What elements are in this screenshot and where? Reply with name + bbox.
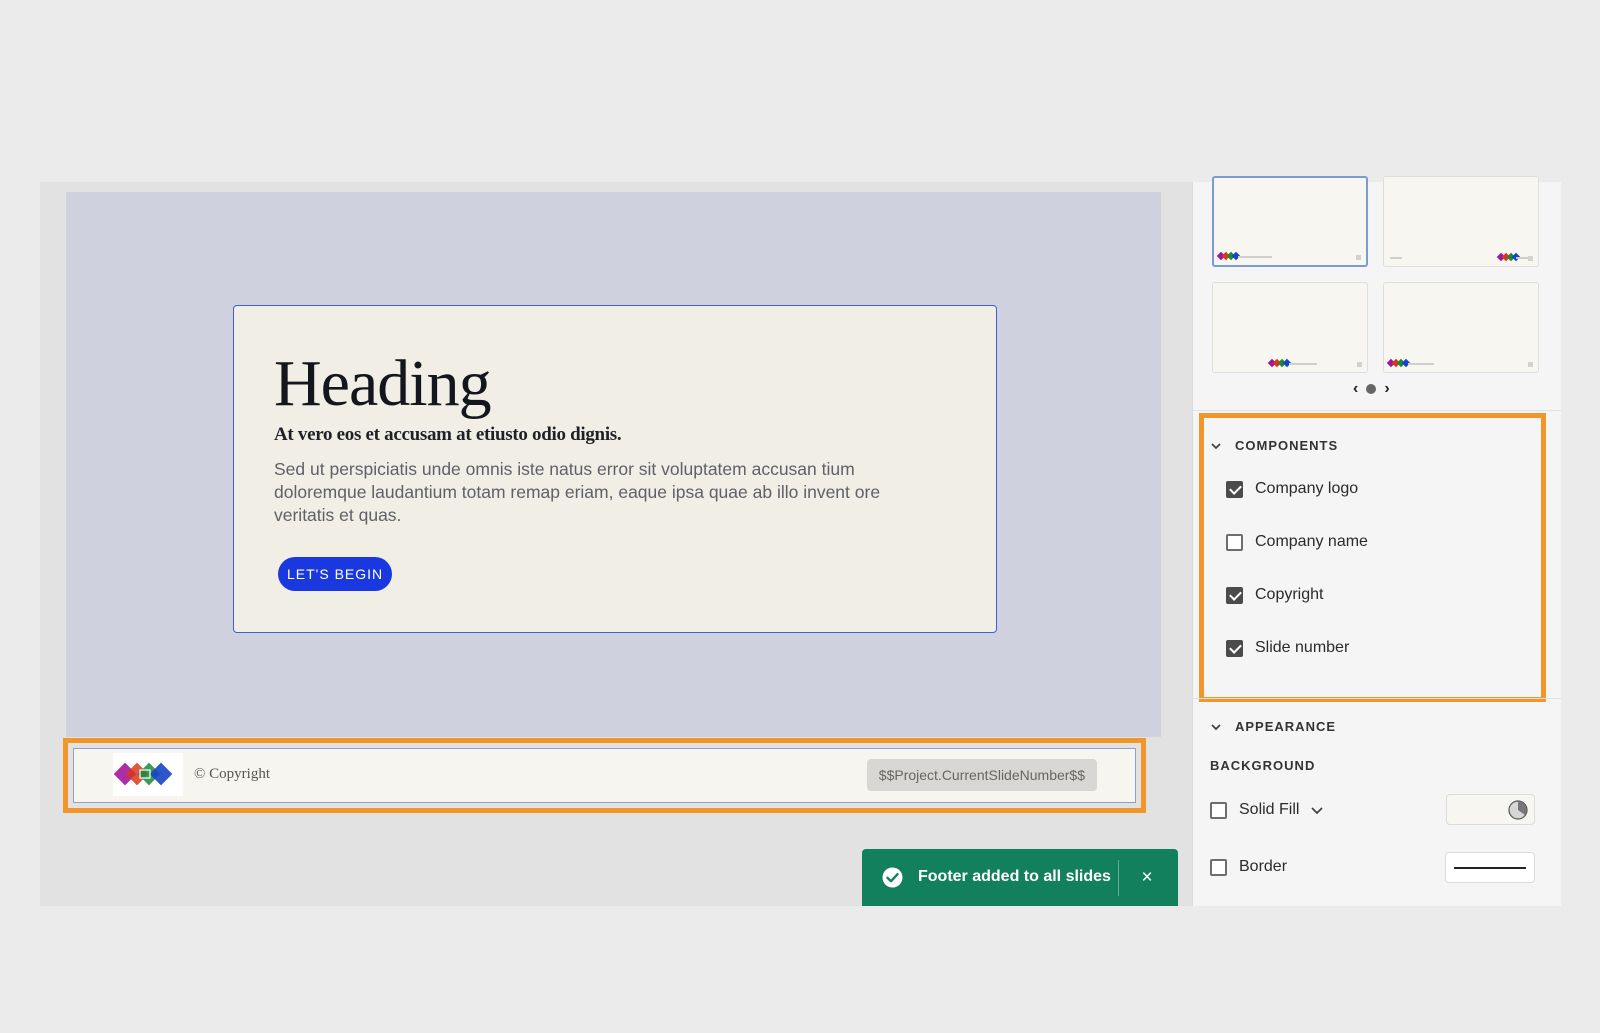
layout-thumbnail-1[interactable] [1212, 176, 1368, 267]
lets-begin-button[interactable]: LET'S BEGIN [278, 557, 393, 591]
panel-divider [1193, 698, 1561, 699]
chevron-down-icon [1211, 442, 1221, 449]
company-logo-icon [113, 762, 173, 786]
company-name-checkbox[interactable] [1226, 533, 1243, 551]
components-title: COMPONENTS [1235, 438, 1339, 453]
component-company-name[interactable]: Company name [1226, 533, 1368, 551]
slide-canvas[interactable]: Heading At vero eos et accusam at etiust… [66, 192, 1161, 737]
chevron-left-icon[interactable]: ‹ [1353, 380, 1358, 398]
toast-divider [1118, 860, 1119, 896]
border-checkbox[interactable] [1210, 858, 1227, 876]
solid-fill-label: Solid Fill [1239, 801, 1300, 818]
company-logo[interactable] [113, 753, 183, 796]
slide-body-text[interactable]: Sed ut perspiciatis unde omnis iste natu… [274, 458, 944, 527]
slide-number-label: Slide number [1255, 639, 1350, 656]
toast-message: Footer added to all slides [918, 868, 1111, 885]
company-name-label: Company name [1255, 533, 1368, 550]
chevron-down-icon [1211, 723, 1221, 730]
slide-heading[interactable]: Heading [274, 346, 492, 422]
appearance-title: APPEARANCE [1235, 719, 1337, 734]
border-line-preview [1454, 867, 1526, 869]
solid-fill-checkbox[interactable] [1210, 801, 1227, 819]
slide-footer[interactable]: © Copyright $$Project.CurrentSlideNumber… [73, 748, 1136, 803]
component-copyright[interactable]: Copyright [1226, 586, 1323, 604]
solid-fill-color-field[interactable] [1446, 794, 1535, 825]
checkmark-circle-icon [882, 867, 903, 888]
color-picker-icon[interactable] [1508, 800, 1528, 820]
panel-divider [1193, 410, 1561, 411]
footer-slide-number[interactable]: $$Project.CurrentSlideNumber$$ [866, 759, 1097, 791]
slide-number-checkbox[interactable] [1226, 639, 1243, 657]
copyright-checkbox[interactable] [1226, 586, 1243, 604]
border-label: Border [1239, 858, 1288, 875]
border-style-field[interactable] [1445, 852, 1535, 883]
pager-dot[interactable] [1366, 384, 1377, 394]
toast-notification: Footer added to all slides × [862, 849, 1178, 906]
appearance-header[interactable]: APPEARANCE [1211, 719, 1336, 734]
copyright-label: Copyright [1255, 586, 1324, 603]
background-label: BACKGROUND [1210, 758, 1316, 773]
layout-thumbnail-2[interactable] [1383, 176, 1539, 267]
component-company-logo[interactable]: Company logo [1226, 480, 1358, 498]
border-row[interactable]: Border [1210, 858, 1287, 876]
components-header[interactable]: COMPONENTS [1211, 438, 1338, 453]
company-logo-checkbox[interactable] [1226, 480, 1243, 498]
company-logo-label: Company logo [1255, 480, 1359, 497]
slide-subheading[interactable]: At vero eos et accusam at etiusto odio d… [274, 424, 622, 446]
layout-thumbnail-4[interactable] [1383, 282, 1539, 373]
editor-window: Heading At vero eos et accusam at etiust… [40, 176, 1561, 906]
component-slide-number[interactable]: Slide number [1226, 639, 1349, 657]
content-card[interactable]: Heading At vero eos et accusam at etiust… [233, 305, 997, 633]
toast-close-button[interactable]: × [1132, 863, 1162, 893]
slide-stage: Heading At vero eos et accusam at etiust… [40, 182, 1192, 906]
solid-fill-row[interactable]: Solid Fill [1210, 801, 1324, 819]
properties-panel: ‹ › COMPONENTS Company logo Company name… [1192, 176, 1561, 906]
chevron-right-icon[interactable]: › [1384, 380, 1389, 398]
footer-copyright[interactable]: © Copyright [194, 766, 270, 783]
layout-thumbnail-3[interactable] [1212, 282, 1368, 373]
components-highlight [1199, 413, 1546, 702]
chevron-down-icon[interactable] [1311, 804, 1324, 816]
footer-highlight: © Copyright $$Project.CurrentSlideNumber… [63, 738, 1146, 813]
thumbnail-pager: ‹ › [1353, 380, 1390, 398]
